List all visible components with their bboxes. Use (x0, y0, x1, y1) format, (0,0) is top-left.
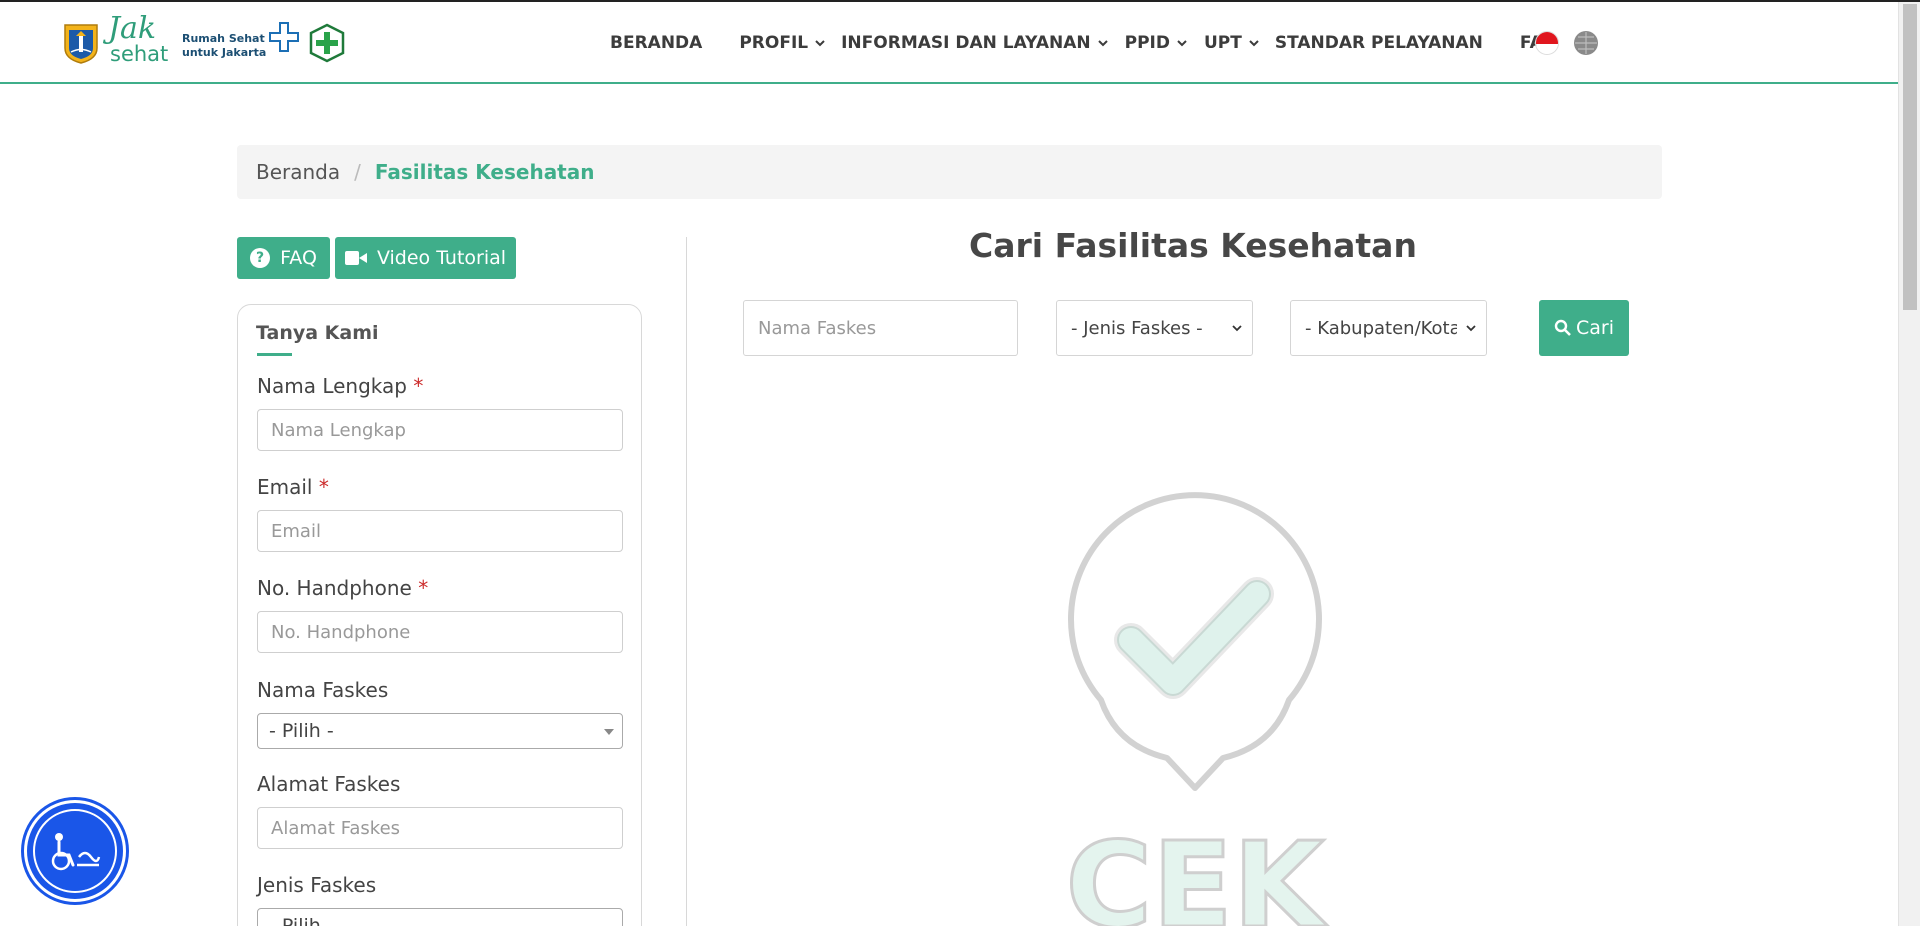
nama-lengkap-input[interactable]: Nama Lengkap (257, 409, 623, 451)
video-tutorial-label: Video Tutorial (376, 247, 507, 269)
nav-standar-pelayanan[interactable]: STANDAR PELAYANAN (1275, 2, 1483, 84)
nama-lengkap-label-text: Nama Lengkap (257, 374, 407, 398)
breadcrumb-separator: / (354, 160, 361, 184)
nav-informasi-label: INFORMASI DAN LAYANAN (841, 33, 1091, 53)
breadcrumb: Beranda / Fasilitas Kesehatan (237, 145, 1662, 199)
brand-tagline: Rumah Sehat untuk Jakarta (182, 32, 266, 60)
no-handphone-label: No. Handphone * (257, 576, 428, 600)
jenis-faskes-value: - Pilih - (269, 915, 334, 926)
video-camera-icon (344, 250, 367, 266)
cari-button[interactable]: Cari (1539, 300, 1629, 356)
chevron-down-icon (815, 40, 825, 47)
no-handphone-placeholder: No. Handphone (271, 621, 411, 643)
breadcrumb-current: Fasilitas Kesehatan (374, 160, 595, 184)
nama-faskes-search-input[interactable]: Nama Faskes (743, 300, 1018, 356)
nama-faskes-value: - Pilih - (269, 720, 334, 742)
nav-beranda-label: BERANDA (610, 33, 703, 53)
no-handphone-input[interactable]: No. Handphone (257, 611, 623, 653)
email-label: Email * (257, 475, 329, 499)
search-title: Cari Fasilitas Kesehatan (969, 226, 1417, 265)
no-handphone-label-text: No. Handphone (257, 576, 412, 600)
email-placeholder: Email (271, 520, 321, 542)
brand-tagline-line1: Rumah Sehat (182, 32, 265, 45)
alamat-faskes-placeholder: Alamat Faskes (271, 817, 401, 839)
email-label-text: Email (257, 475, 313, 499)
nav-upt-label: UPT (1203, 33, 1242, 53)
green-cross-logo-icon (310, 23, 345, 63)
alamat-faskes-label: Alamat Faskes (257, 772, 401, 796)
nama-faskes-select[interactable]: - Pilih - (257, 713, 623, 749)
required-mark: * (413, 374, 424, 398)
chevron-down-icon (1232, 325, 1242, 332)
brand-logos[interactable]: Jak sehat Rumah Sehat untuk Jakarta (62, 14, 346, 68)
main-nav: BERANDA PROFIL INFORMASI DAN LAYANAN PPI… (610, 2, 1557, 84)
brand-sehat-text: sehat (110, 42, 169, 66)
search-icon (1554, 319, 1571, 336)
dropdown-caret-icon (604, 729, 614, 735)
nav-informasi-dan-layanan[interactable]: INFORMASI DAN LAYANAN (841, 2, 1108, 84)
nav-upt[interactable]: UPT (1204, 2, 1259, 84)
breadcrumb-home-link[interactable]: Beranda (256, 160, 340, 184)
nav-beranda[interactable]: BERANDA (610, 2, 702, 84)
accessibility-button[interactable] (24, 800, 126, 902)
page-scrollbar[interactable] (1898, 2, 1920, 926)
cek-check-illustration: CEK (1064, 492, 1330, 926)
cek-text: CEK (1066, 816, 1329, 926)
nav-profil-label: PROFIL (739, 33, 809, 53)
nav-profil[interactable]: PROFIL (739, 2, 825, 84)
required-mark: * (418, 576, 429, 600)
kabupaten-kota-filter-select[interactable]: - Kabupaten/Kota - (1290, 300, 1487, 356)
nama-lengkap-label: Nama Lengkap * (257, 374, 423, 398)
nav-ppid[interactable]: PPID (1125, 2, 1187, 84)
jenis-faskes-filter-select[interactable]: - Jenis Faskes - (1056, 300, 1253, 356)
nav-ppid-label: PPID (1124, 33, 1170, 53)
scrollbar-thumb[interactable] (1903, 4, 1917, 310)
required-mark: * (318, 475, 329, 499)
site-header: Jak sehat Rumah Sehat untuk Jakarta BERA… (0, 2, 1898, 84)
nav-standar-label: STANDAR PELAYANAN (1274, 33, 1483, 53)
jenis-faskes-select[interactable]: - Pilih - (257, 908, 623, 926)
email-input[interactable]: Email (257, 510, 623, 552)
kabupaten-kota-filter-value: - Kabupaten/Kota - (1305, 317, 1457, 339)
chevron-down-icon (1466, 325, 1476, 332)
health-plus-icon (269, 22, 300, 52)
faq-button[interactable]: ? FAQ (237, 237, 330, 279)
dki-crest-icon (64, 24, 98, 64)
chevron-down-icon (1249, 40, 1259, 47)
tanya-kami-title: Tanya Kami (256, 322, 379, 344)
column-divider (686, 237, 687, 926)
nama-faskes-search-placeholder: Nama Faskes (758, 317, 877, 339)
brand-jak-text: Jak (108, 11, 157, 46)
alamat-faskes-input[interactable]: Alamat Faskes (257, 807, 623, 849)
language-english-globe-icon[interactable] (1574, 31, 1598, 55)
cari-button-label: Cari (1576, 317, 1614, 339)
jenis-faskes-filter-value: - Jenis Faskes - (1071, 317, 1203, 339)
jenis-faskes-label: Jenis Faskes (257, 873, 377, 897)
jakarta-sehat-logo: Jak sehat (108, 14, 178, 66)
accessibility-wheelchair-icon (51, 833, 101, 871)
nama-lengkap-placeholder: Nama Lengkap (271, 419, 406, 441)
video-tutorial-button[interactable]: Video Tutorial (335, 237, 516, 279)
title-underline (257, 353, 292, 356)
nama-faskes-label: Nama Faskes (257, 678, 389, 702)
faq-button-label: FAQ (280, 247, 317, 269)
chevron-down-icon (1177, 40, 1187, 47)
question-circle-icon: ? (250, 248, 271, 268)
language-indonesia-flag-icon[interactable] (1535, 31, 1559, 55)
chevron-down-icon (1097, 40, 1108, 47)
brand-tagline-line2: untuk Jakarta (182, 46, 267, 59)
